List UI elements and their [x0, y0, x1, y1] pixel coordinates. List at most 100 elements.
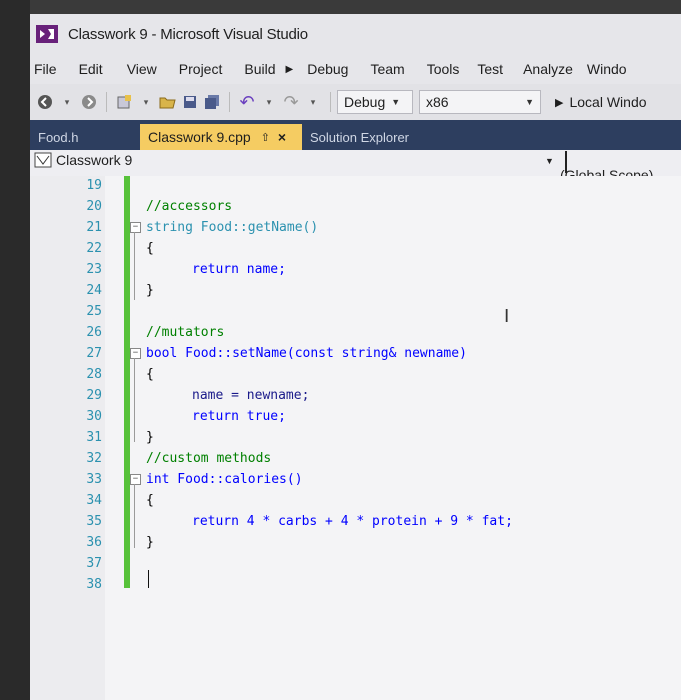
chevron-down-icon: ▼ — [391, 97, 401, 107]
code-text: string Food::getName() — [146, 220, 319, 235]
code-line[interactable]: 37 — [30, 554, 670, 574]
visual-studio-window: Classwork 9 - Microsoft Visual Studio Fi… — [0, 0, 681, 700]
toolbar-separator — [330, 92, 331, 112]
line-number: 22 — [86, 241, 102, 256]
tab-food-h[interactable]: Food.h — [30, 124, 140, 150]
code-text: int Food::calories() — [146, 472, 303, 487]
line-number: 26 — [86, 325, 102, 340]
document-tab-bar: Food.h Classwork 9.cpp ⇧ × Solution Expl… — [30, 120, 681, 150]
tab-classwork-9-cpp[interactable]: Classwork 9.cpp ⇧ × — [140, 124, 302, 150]
code-line[interactable]: 22 { — [30, 239, 670, 259]
forward-icon[interactable] — [78, 91, 100, 113]
code-line[interactable]: 32 //custom methods — [30, 449, 670, 469]
project-name: Classwork 9 — [56, 152, 133, 168]
toolbar: ▾ ▾ ↶ ▾ ↷ ▾ Debug ▼ x86 ▼ ▶ Local Windo — [30, 84, 681, 120]
toolbar-separator — [229, 92, 230, 112]
code-line[interactable]: 30 return true; — [30, 407, 670, 427]
new-project-icon[interactable] — [113, 91, 135, 113]
code-text: return name; — [192, 262, 286, 277]
tab-label: Food.h — [38, 129, 79, 145]
code-line[interactable]: 23 return name; — [30, 260, 670, 280]
project-dropdown[interactable]: Classwork 9 — [34, 152, 132, 168]
chevron-down-icon[interactable]: ▼ — [545, 156, 554, 166]
menu-team[interactable]: Team — [370, 61, 404, 77]
undo-dropdown-icon[interactable]: ▾ — [258, 91, 280, 113]
line-number: 33 — [86, 472, 102, 487]
undo-icon[interactable]: ↶ — [236, 91, 258, 113]
menu-project[interactable]: Project — [179, 61, 223, 77]
line-number: 20 — [86, 199, 102, 214]
collapse-icon[interactable]: − — [130, 222, 141, 233]
line-number: 32 — [86, 451, 102, 466]
line-number: 21 — [86, 220, 102, 235]
code-text: //mutators — [146, 325, 225, 340]
code-line[interactable]: 36 } — [30, 533, 670, 553]
code-line[interactable]: 31 } — [30, 428, 670, 448]
background-edge — [0, 0, 30, 700]
code-text: return 4 * carbs + 4 * protein + 9 * fat… — [192, 514, 513, 529]
tab-label: Classwork 9.cpp — [148, 129, 251, 145]
play-icon: ▶ — [285, 63, 294, 75]
fold-guide — [134, 232, 135, 300]
collapse-icon[interactable]: − — [130, 474, 141, 485]
menu-analyze[interactable]: Analyze — [523, 61, 573, 77]
code-line[interactable]: 25 — [30, 302, 670, 322]
pin-icon[interactable]: ⇧ — [261, 131, 270, 144]
code-text: return true; — [192, 409, 286, 424]
menu-edit[interactable]: Edit — [79, 61, 103, 77]
code-line[interactable]: 29 name = newname; — [30, 386, 670, 406]
save-all-icon[interactable] — [201, 91, 223, 113]
code-line[interactable]: 19 — [30, 176, 670, 196]
line-number: 25 — [86, 304, 102, 319]
redo-dropdown-icon[interactable]: ▾ — [302, 91, 324, 113]
menu-view[interactable]: View — [127, 61, 157, 77]
code-line[interactable]: 20 //accessors — [30, 197, 670, 217]
redo-icon[interactable]: ↷ — [280, 91, 302, 113]
menu-tools[interactable]: Tools — [427, 61, 460, 77]
back-icon[interactable] — [34, 91, 56, 113]
start-target-label[interactable]: Local Windo — [569, 94, 646, 110]
code-line[interactable]: 34 { — [30, 491, 670, 511]
code-text: bool Food::setName(const string& newname… — [146, 346, 467, 361]
platform-value: x86 — [426, 94, 449, 110]
line-number: 30 — [86, 409, 102, 424]
tab-solution-explorer[interactable]: Solution Explorer — [302, 124, 417, 150]
code-line[interactable]: 33 − int Food::calories() — [30, 470, 670, 490]
line-number: 19 — [86, 178, 102, 193]
menu-debug[interactable]: Debug — [307, 61, 348, 77]
start-debugging-icon[interactable]: ▶ — [555, 96, 563, 109]
menu-window[interactable]: Windo — [587, 61, 627, 77]
code-line[interactable]: 28 { — [30, 365, 670, 385]
toolbar-separator — [106, 92, 107, 112]
menu-file[interactable]: File — [34, 61, 57, 77]
code-text: } — [146, 283, 154, 298]
menu-test[interactable]: Test — [477, 61, 503, 77]
save-icon[interactable] — [179, 91, 201, 113]
line-number: 29 — [86, 388, 102, 403]
code-text: } — [146, 430, 154, 445]
code-line[interactable]: 27 − bool Food::setName(const string& ne… — [30, 344, 670, 364]
line-number: 28 — [86, 367, 102, 382]
fold-guide — [134, 484, 135, 548]
code-line[interactable]: 35 return 4 * carbs + 4 * protein + 9 * … — [30, 512, 670, 532]
close-icon[interactable]: × — [278, 129, 286, 145]
code-line[interactable]: 21 − string Food::getName() — [30, 218, 670, 238]
solution-configuration-dropdown[interactable]: Debug ▼ — [337, 90, 413, 114]
new-dropdown-icon[interactable]: ▾ — [135, 91, 157, 113]
menu-build[interactable]: Build — [244, 61, 275, 77]
code-line[interactable]: 26 //mutators — [30, 323, 670, 343]
line-number: 38 — [86, 577, 102, 592]
chevron-down-icon: ▼ — [525, 97, 534, 107]
title-bar: Classwork 9 - Microsoft Visual Studio — [30, 14, 681, 54]
project-icon — [34, 152, 52, 168]
back-dropdown-icon[interactable]: ▾ — [56, 91, 78, 113]
visual-studio-logo-icon — [34, 23, 60, 45]
code-line[interactable]: 24 } — [30, 281, 670, 301]
open-file-icon[interactable] — [157, 91, 179, 113]
code-text: } — [146, 535, 154, 550]
collapse-icon[interactable]: − — [130, 348, 141, 359]
line-number: 23 — [86, 262, 102, 277]
tab-label: Solution Explorer — [310, 129, 409, 145]
code-line[interactable]: 38 — [30, 575, 670, 595]
solution-platform-dropdown[interactable]: x86 ▼ — [419, 90, 541, 114]
